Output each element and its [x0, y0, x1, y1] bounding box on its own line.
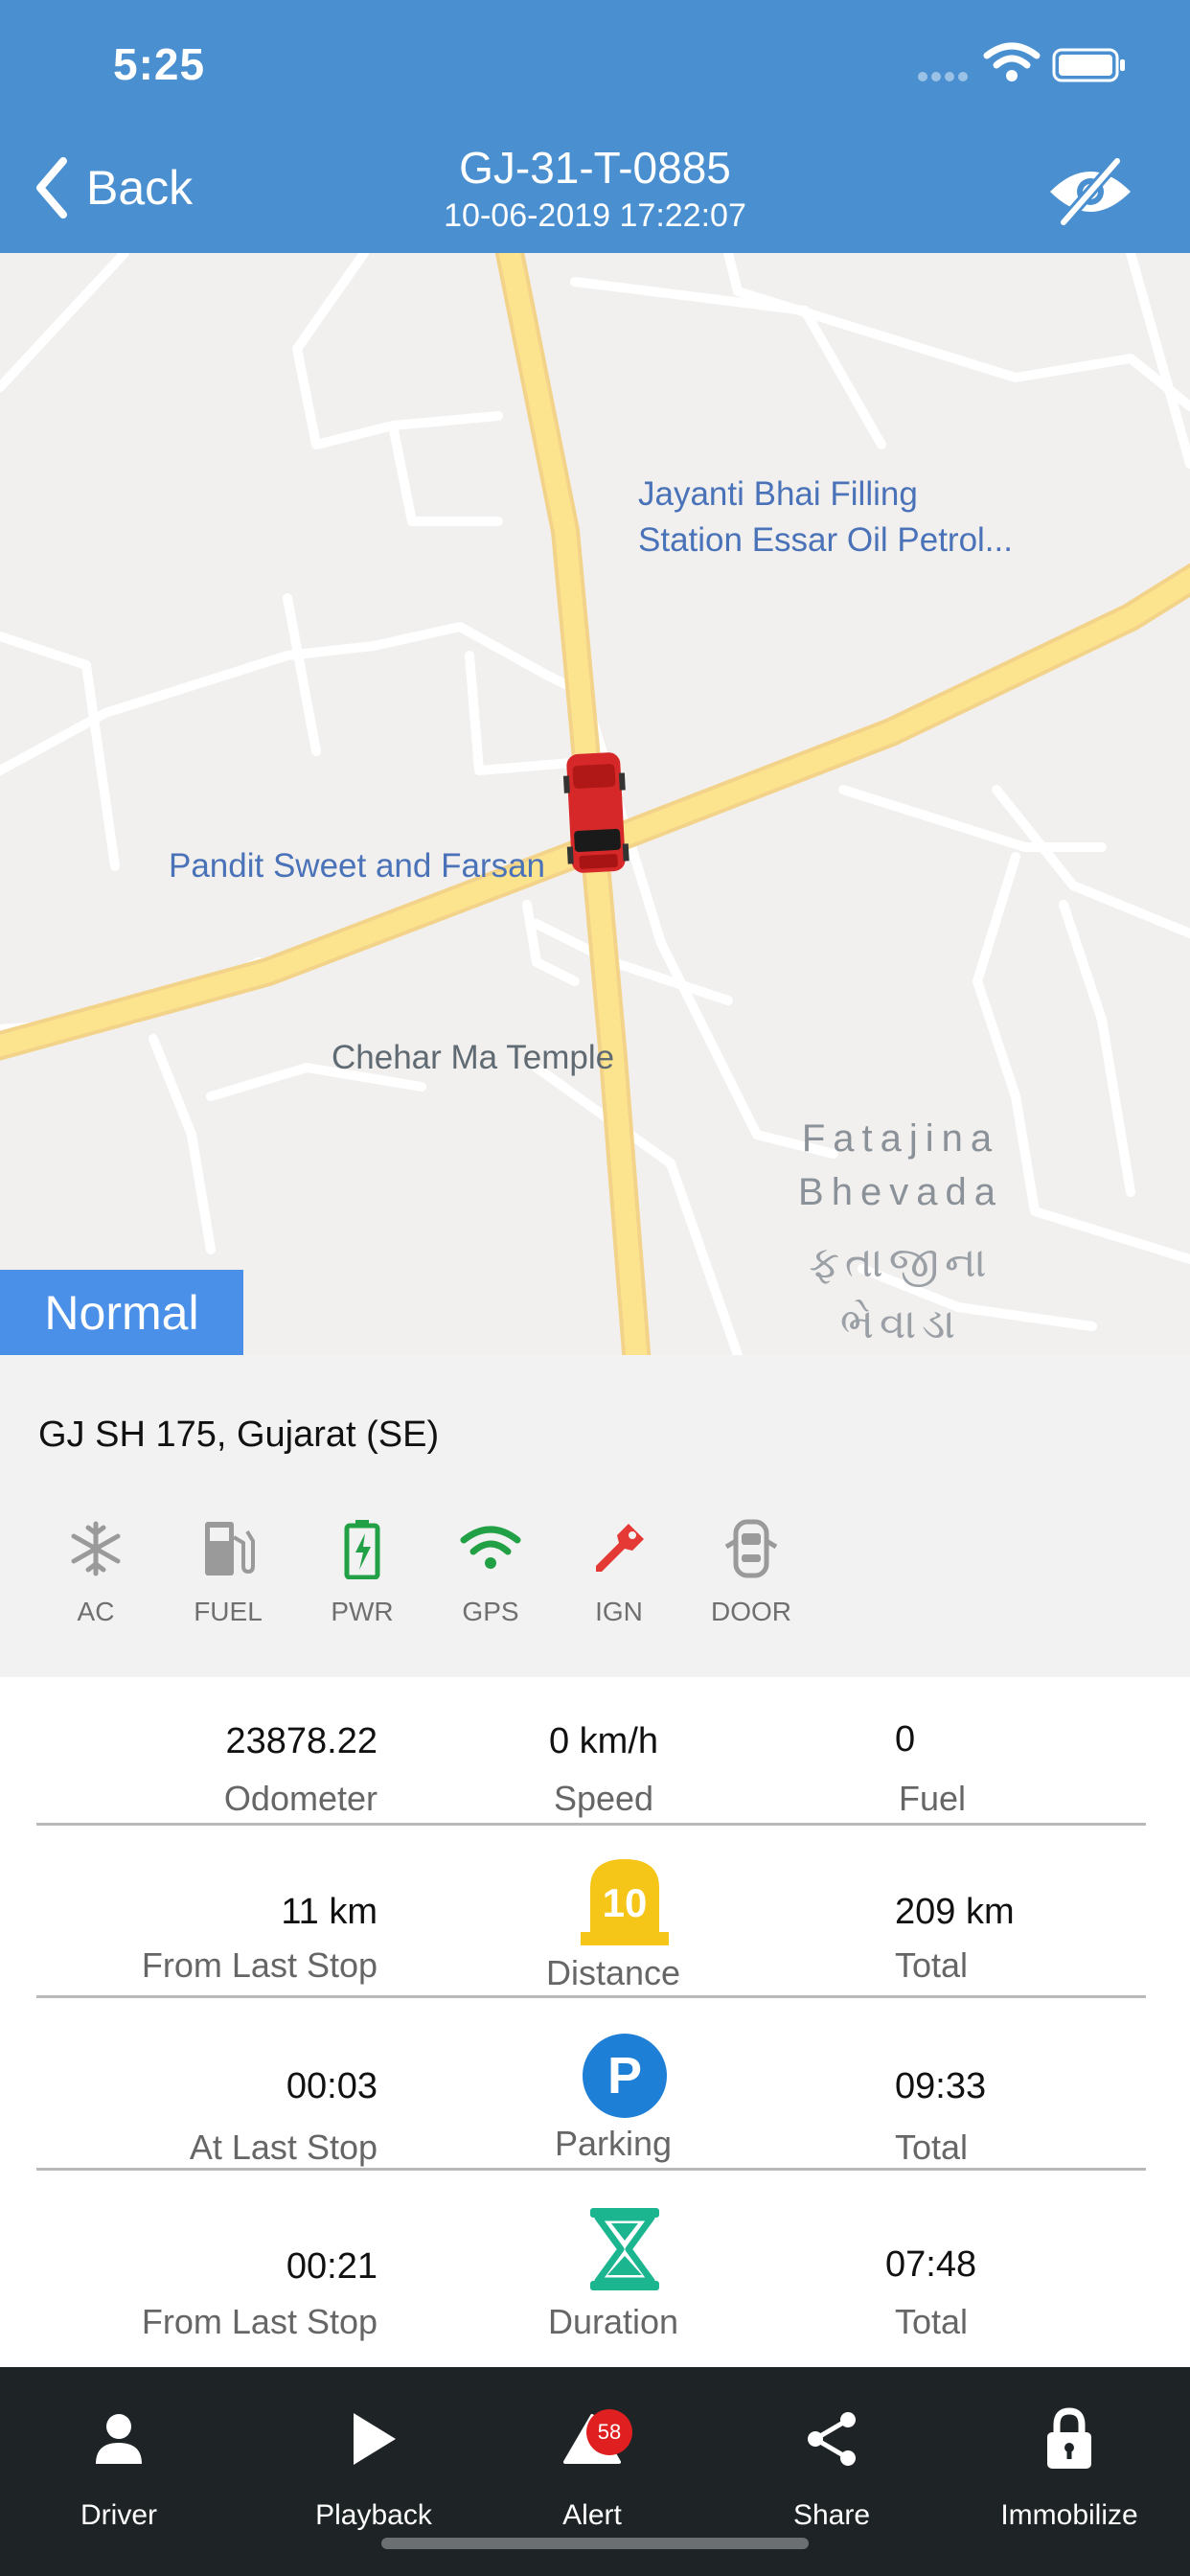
divider: [36, 1823, 1146, 1826]
vehicle-id: GJ-31-T-0885: [459, 143, 731, 193]
sensor-ac: AC: [38, 1514, 153, 1627]
distance-total-value: 209 km: [895, 1892, 1015, 1932]
wifi-status-icon: [983, 42, 1041, 81]
fuel-label: Fuel: [899, 1779, 967, 1818]
distance-badge-text: 10: [602, 1880, 648, 1925]
cellular-signal-icon: [918, 69, 973, 81]
fuel-pump-icon: [205, 1522, 255, 1576]
sensor-label: IGN: [595, 1597, 643, 1626]
key-icon: [596, 1524, 644, 1572]
wifi-signal-icon: [460, 1526, 521, 1569]
divider: [36, 1995, 1146, 1998]
hourglass-icon: [590, 2208, 659, 2290]
sensor-door: DOOR: [694, 1514, 809, 1627]
battery-status-icon: [1052, 48, 1125, 82]
nav-label: Immobilize: [1000, 2499, 1138, 2531]
sensor-label: GPS: [462, 1597, 519, 1626]
sensor-label: PWR: [331, 1597, 394, 1626]
distance-badge-icon: 10: [581, 1855, 669, 1947]
sensor-label: AC: [77, 1597, 115, 1626]
battery-icon: [344, 1520, 380, 1579]
nav-label: Driver: [80, 2499, 157, 2531]
map-label-village: Fatajina Bhevada: [798, 1117, 1003, 1213]
car-door-icon: [724, 1519, 778, 1578]
driver-icon: [96, 2414, 142, 2464]
nav-immobilize[interactable]: Immobilize: [964, 2396, 1175, 2532]
parking-last-value: 00:03: [286, 2066, 378, 2106]
duration-total-value: 07:48: [885, 2244, 977, 2285]
share-icon: [808, 2412, 856, 2466]
parking-icon: P: [583, 2034, 667, 2118]
fuel-value: 0: [895, 1719, 916, 1760]
parking-badge-text: P: [606, 2047, 643, 2104]
vehicle-datetime: 10-06-2019 17:22:07: [444, 197, 746, 234]
nav-driver[interactable]: Driver: [13, 2396, 224, 2532]
alert-count-badge: 58: [586, 2409, 632, 2455]
distance-last-label: From Last Stop: [141, 1945, 378, 1985]
lock-icon: [1047, 2407, 1091, 2469]
nav-playback[interactable]: Playback: [268, 2396, 479, 2532]
distance-label: Distance: [545, 1953, 681, 1992]
parking-last-label: At Last Stop: [189, 2128, 378, 2167]
sensor-power: PWR: [305, 1514, 420, 1627]
sensor-gps: GPS: [433, 1514, 548, 1627]
sensor-fuel: FUEL: [171, 1514, 286, 1627]
duration-last-label: From Last Stop: [141, 2302, 378, 2341]
sensor-label: DOOR: [711, 1597, 791, 1626]
divider: [36, 2168, 1146, 2171]
status-time: 5:25: [113, 39, 206, 89]
map-label-sweet-shop[interactable]: Pandit Sweet and Farsan: [169, 843, 545, 889]
play-icon: [354, 2413, 396, 2465]
nav-label: Alert: [562, 2499, 622, 2531]
duration-last-value: 00:21: [286, 2246, 378, 2287]
status-mode-badge: Normal: [0, 1270, 243, 1355]
snowflake-icon: [71, 1521, 121, 1576]
speed-value: 0 km/h: [548, 1721, 659, 1761]
nav-label: Playback: [315, 2499, 432, 2531]
home-indicator: [381, 2538, 809, 2549]
map-label-temple[interactable]: Chehar Ma Temple: [332, 1035, 614, 1081]
nav-label: Share: [792, 2499, 871, 2531]
duration-total-label: Total: [895, 2302, 969, 2341]
address-text: GJ SH 175, Gujarat (SE): [38, 1414, 440, 1455]
parking-label: Parking: [554, 2124, 673, 2163]
distance-last-value: 11 km: [281, 1892, 378, 1932]
sensor-label: FUEL: [194, 1597, 263, 1626]
odometer-value: 23878.22: [225, 1721, 378, 1761]
duration-label: Duration: [547, 2302, 679, 2341]
distance-total-label: Total: [895, 1945, 969, 1985]
parking-total-value: 09:33: [895, 2066, 987, 2106]
parking-total-label: Total: [895, 2128, 969, 2167]
vehicle-marker-icon: [562, 752, 629, 873]
map-label-village-gujarati: ફતાજીના ભેવાડા: [809, 1239, 993, 1347]
odometer-label: Odometer: [223, 1779, 378, 1818]
sensor-ignition: IGN: [561, 1514, 676, 1627]
speed-label: Speed: [553, 1779, 654, 1818]
nav-share[interactable]: Share: [726, 2396, 937, 2532]
eye-slash-icon[interactable]: [1044, 157, 1136, 226]
map-label-filling-station[interactable]: Jayanti Bhai Filling Station Essar Oil P…: [638, 472, 1013, 564]
